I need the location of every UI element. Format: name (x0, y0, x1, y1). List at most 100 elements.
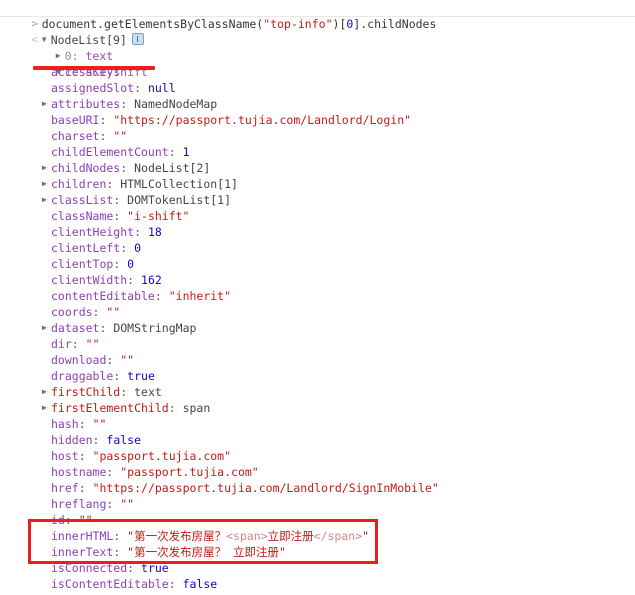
property-value: "https://passport.tujia.com/Landlord/Sig… (92, 481, 439, 495)
property-name: clientHeight (51, 225, 135, 239)
expand-triangle-closed-icon[interactable]: ▶ (42, 192, 51, 208)
property-row[interactable]: ▶assignedSlot: null (0, 80, 635, 96)
property-value: "" (113, 129, 128, 143)
expand-triangle-closed-icon[interactable]: ▶ (42, 400, 51, 416)
property-value[interactable]: NodeList[2] (134, 161, 210, 175)
property-separator: : (113, 529, 128, 543)
expand-triangle-closed-icon[interactable]: ▶ (42, 176, 51, 192)
property-row[interactable]: ▶className: "i-shift" (0, 208, 635, 224)
property-value: true (127, 369, 155, 383)
property-row[interactable]: ▶hash: "" (0, 416, 635, 432)
property-separator: : (134, 81, 148, 95)
property-row[interactable]: ▶baseURI: "https://passport.tujia.com/La… (0, 112, 635, 128)
property-row[interactable]: ▶ firstElementChild: span (0, 400, 635, 416)
expand-triangle-closed-icon[interactable]: ▶ (42, 96, 51, 112)
property-row[interactable]: ▶ childNodes: NodeList[2] (0, 160, 635, 176)
property-row[interactable]: ▶host: "passport.tujia.com" (0, 448, 635, 464)
property-row[interactable]: ▶id: "" (0, 512, 635, 528)
property-separator: : (134, 225, 148, 239)
console-input-row[interactable]: > document.getElementsByClassName("top-in… (0, 0, 635, 31)
property-row[interactable]: ▶dir: "" (0, 336, 635, 352)
triangle-spacer: ▶ (42, 576, 51, 592)
property-separator: : (106, 177, 121, 191)
property-row[interactable]: ▶ classList: DOMTokenList[1] (0, 192, 635, 208)
property-separator: : (120, 385, 135, 399)
property-row[interactable]: ▶childElementCount: 1 (0, 144, 635, 160)
property-name: dataset (51, 321, 100, 335)
property-name: hidden (51, 433, 93, 447)
property-name: isContentEditable (51, 577, 169, 591)
property-name: hostname (51, 465, 107, 479)
property-row[interactable]: ▶clientLeft: 0 (0, 240, 635, 256)
property-row[interactable]: ▶innerText: "第一次发布房屋？ 立即注册" (0, 544, 635, 560)
property-row[interactable]: ▶ attributes: NamedNodeMap (0, 96, 635, 112)
property-value: "" (106, 305, 121, 319)
triangle-spacer: ▶ (42, 480, 51, 496)
property-value[interactable]: DOMTokenList[1] (127, 193, 231, 207)
property-separator: : (99, 113, 114, 127)
property-name: coords (51, 305, 93, 319)
property-row[interactable]: ▶hreflang: "" (0, 496, 635, 512)
property-value[interactable]: span (183, 401, 211, 415)
property-row[interactable]: ▶href: "https://passport.tujia.com/Landl… (0, 480, 635, 496)
property-separator: : (106, 465, 121, 479)
property-row[interactable]: ▶clientTop: 0 (0, 256, 635, 272)
property-separator: : (78, 417, 93, 431)
devtools-console-panel: > document.getElementsByClassName("top-in… (0, 0, 635, 592)
property-value: 0 (134, 241, 142, 255)
property-row[interactable]: ▶ dataset: DOMStringMap (0, 320, 635, 336)
property-value: "inherit" (168, 289, 232, 303)
property-name: draggable (51, 369, 114, 383)
triangle-spacer: ▶ (42, 416, 51, 432)
property-row[interactable]: ▶charset: "" (0, 128, 635, 144)
property-name: firstElementChild (51, 401, 169, 415)
property-row[interactable]: ▶isContentEditable: false (0, 576, 635, 592)
triangle-spacer: ▶ (42, 128, 51, 144)
property-name: childNodes (51, 161, 121, 175)
console-result-row[interactable]: < ▼ NodeList[9] (0, 16, 635, 47)
property-row[interactable]: ▶clientHeight: 18 (0, 224, 635, 240)
property-separator: : (71, 337, 86, 351)
property-row[interactable]: ▶draggable: true (0, 368, 635, 384)
property-value[interactable]: NamedNodeMap (134, 97, 217, 111)
property-separator: : (168, 401, 183, 415)
property-value: null (147, 81, 176, 95)
property-row[interactable]: ▶clientWidth: 162 (0, 272, 635, 288)
innerhtml-span-close-tag: </span> (313, 529, 363, 543)
expand-triangle-closed-icon[interactable]: ▶ (42, 384, 51, 400)
property-value[interactable]: text (134, 385, 162, 399)
expand-triangle-closed-icon[interactable]: ▶ (42, 320, 51, 336)
expand-triangle-closed-icon[interactable]: ▶ (42, 160, 51, 176)
property-separator: : (99, 129, 114, 143)
triangle-spacer: ▶ (42, 80, 51, 96)
property-row[interactable]: ▶ firstChild: text (0, 384, 635, 400)
property-value: false (106, 433, 142, 447)
property-row[interactable]: ▶isConnected: true (0, 560, 635, 576)
property-row[interactable]: ▶hidden: false (0, 432, 635, 448)
property-value: "i-shift" (127, 209, 190, 223)
property-row[interactable]: ▶innerHTML: "第一次发布房屋？<span>立即注册</span>" (0, 528, 635, 544)
property-row[interactable]: ▶coords: "" (0, 304, 635, 320)
property-name: hreflang (51, 497, 107, 511)
property-separator: : (113, 369, 128, 383)
property-name: href (51, 481, 79, 495)
property-row[interactable]: ▶contentEditable: "inherit" (0, 288, 635, 304)
property-value[interactable]: HTMLCollection[1] (120, 177, 238, 191)
property-value: 18 (147, 225, 162, 239)
property-name: clientLeft (51, 241, 121, 255)
triangle-spacer: ▶ (42, 240, 51, 256)
property-name: childElementCount (51, 145, 169, 159)
triangle-spacer: ▶ (42, 560, 51, 576)
property-name: baseURI (51, 113, 100, 127)
triangle-spacer: ▶ (42, 272, 51, 288)
nodelist-item-0[interactable]: ▶ 0: text (0, 32, 635, 63)
nodelist-item-1[interactable]: ▼ 1: a.i-shift (0, 48, 635, 79)
property-value[interactable]: DOMStringMap (113, 321, 196, 335)
property-row[interactable]: ▶download: "" (0, 352, 635, 368)
property-value: "" (120, 353, 135, 367)
property-value: 0 (127, 257, 135, 271)
property-row[interactable]: ▶hostname: "passport.tujia.com" (0, 464, 635, 480)
property-separator: : (113, 257, 128, 271)
property-row[interactable]: ▶ children: HTMLCollection[1] (0, 176, 635, 192)
property-name: dir (51, 337, 72, 351)
